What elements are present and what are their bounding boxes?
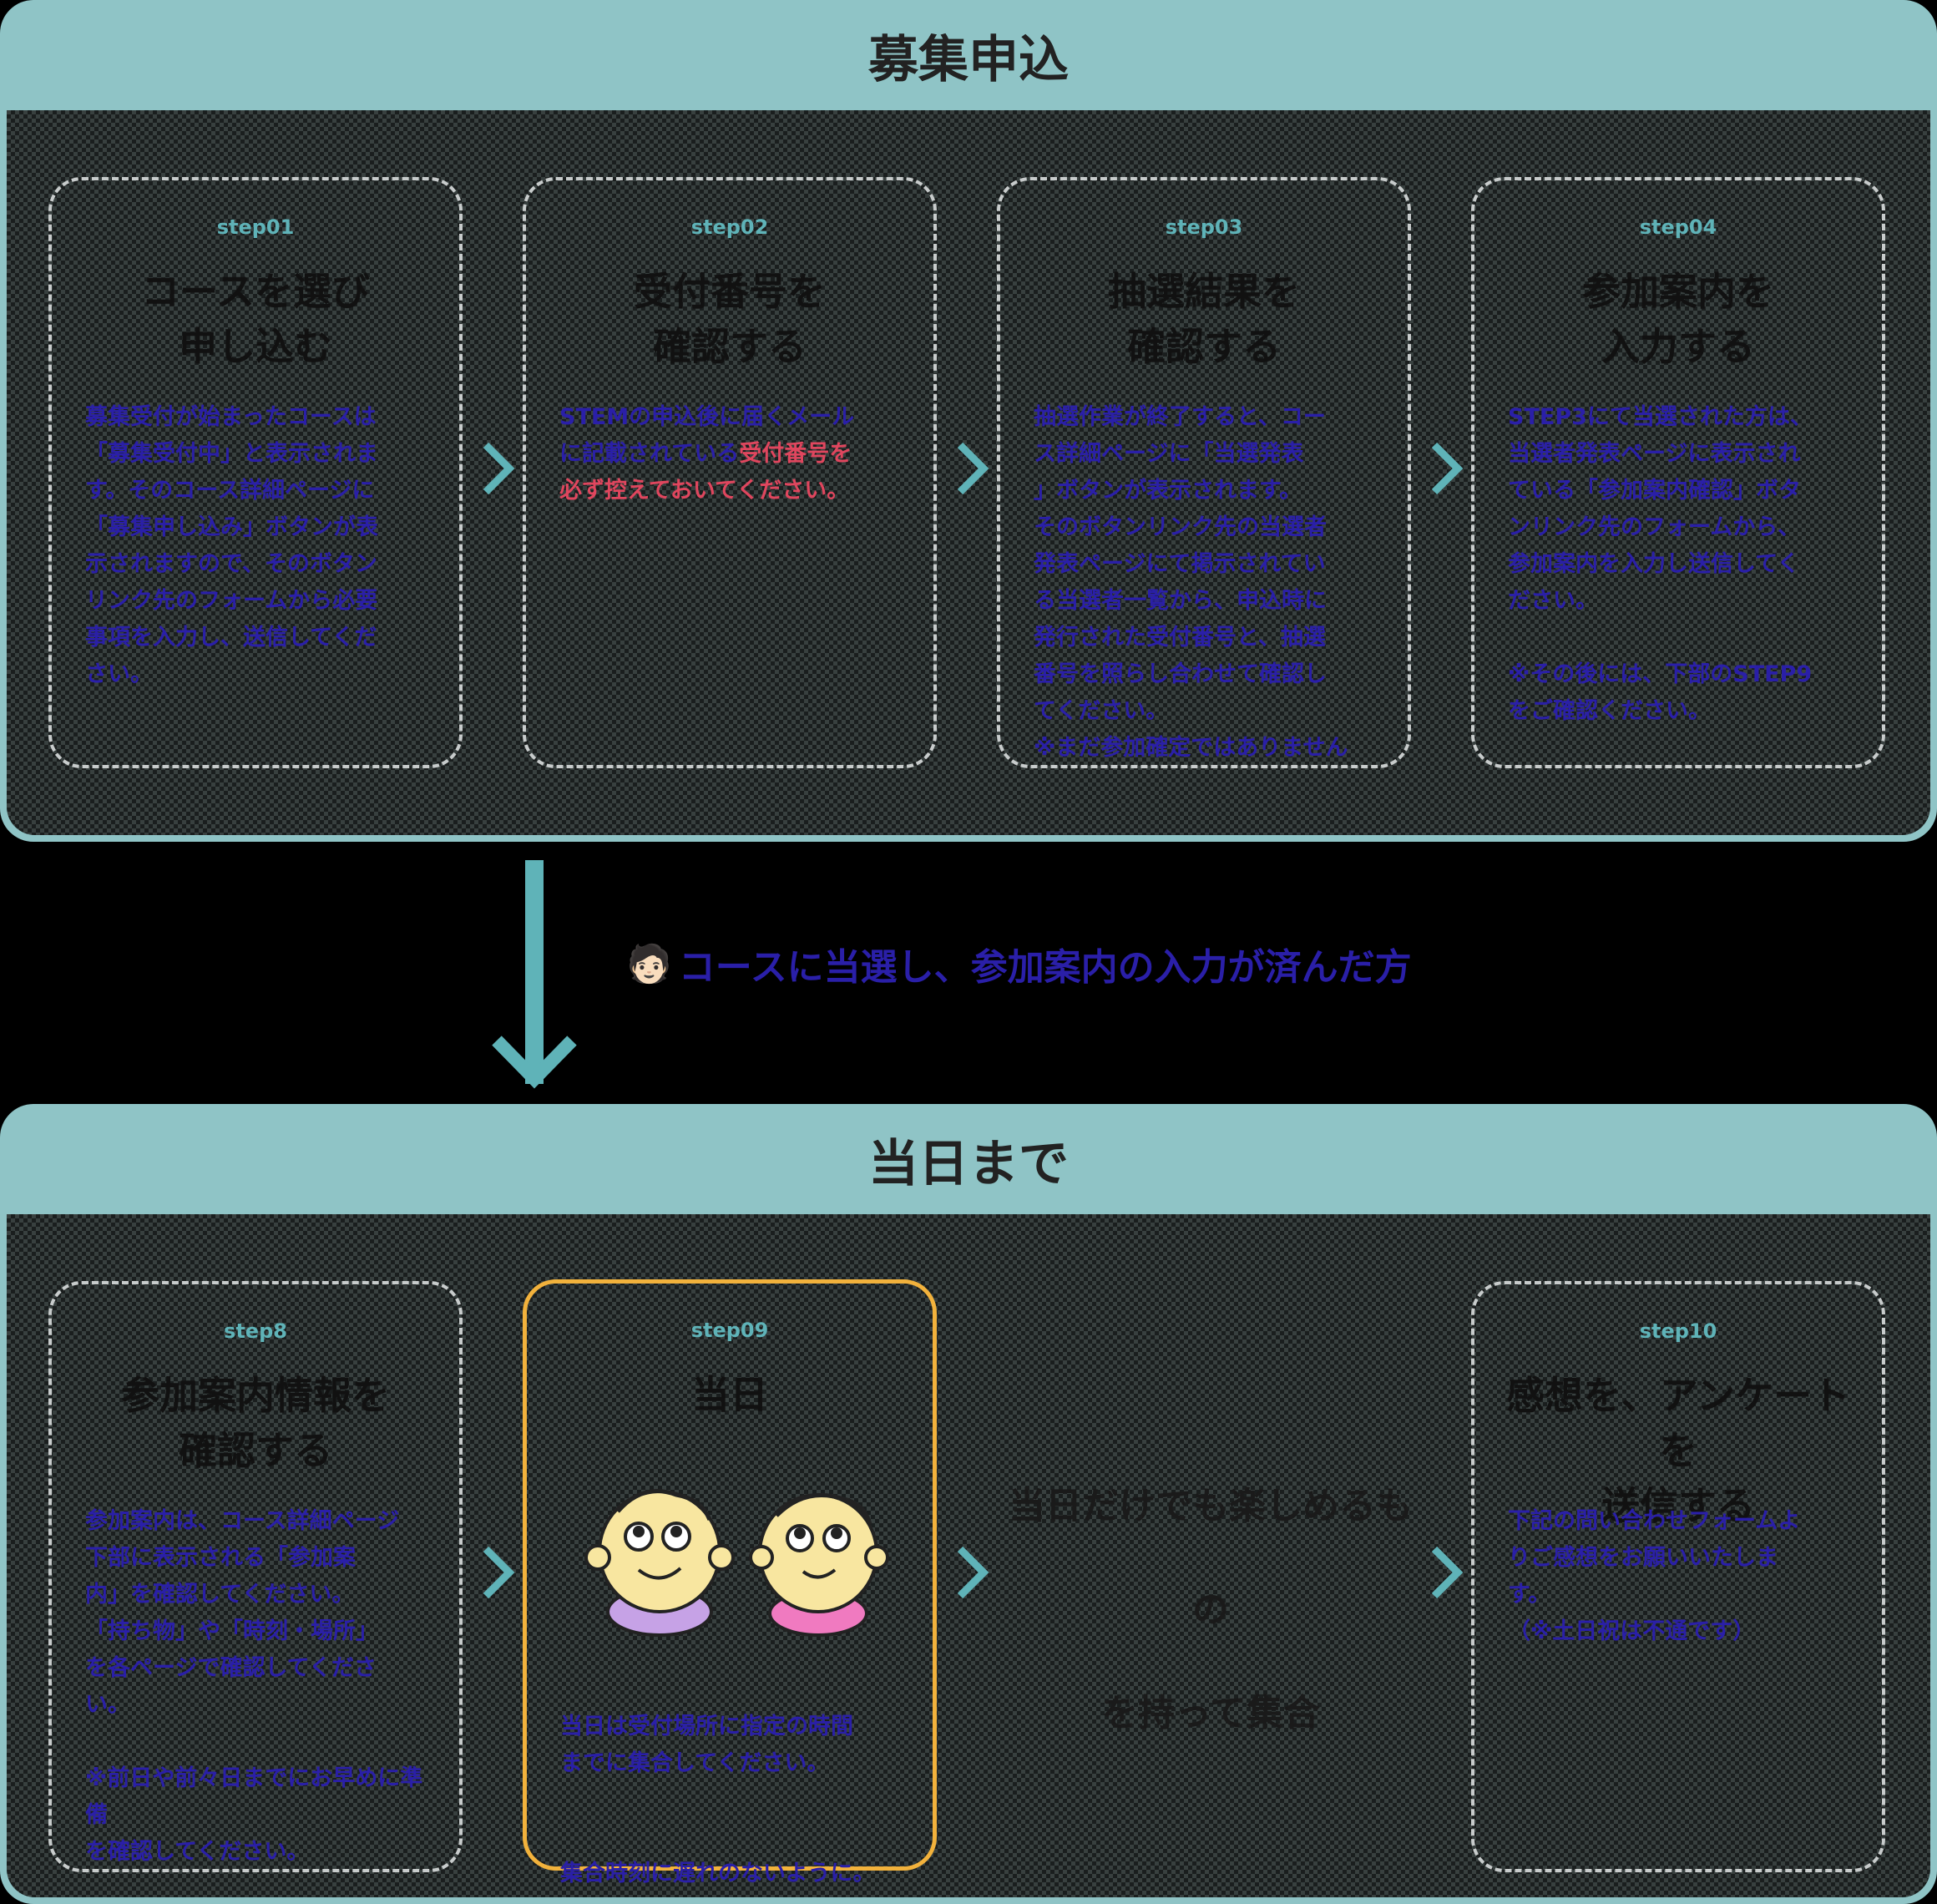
step-label: step09 xyxy=(690,1319,769,1342)
step-description: STEP3にて当選された方は、 当選者発表ページに表示され ている「参加案内確認… xyxy=(1508,404,1813,724)
middle-message: 当日だけでも楽しめるもの を持って集合 xyxy=(1009,1485,1413,1734)
step03-card: step03 抽選結果を 確認する 抽選作業が終了すると、コー ス詳細ページに「… xyxy=(997,177,1411,768)
step-title: 抽選結果を 確認する xyxy=(1108,269,1300,369)
step-description: 当日は受付場所に指定の時間 までに集合してください。 集合時刻に遅れのないように… xyxy=(560,1714,876,1886)
apply-panel-title: 募集申込 xyxy=(868,30,1069,89)
step-label: step03 xyxy=(1165,215,1243,239)
step-description: 下記の問い合わせフォームよ りご感想をお願いいたしま す。 （※土日祝は不通です… xyxy=(1508,1508,1801,1644)
arrow-down-icon xyxy=(488,860,580,1097)
kids-illustration xyxy=(568,1478,918,1637)
step-label: step10 xyxy=(1639,1319,1717,1343)
step02-card: step02 受付番号を 確認する STEMの申込後に届くメール に記載されてい… xyxy=(523,177,937,768)
chevron-right-icon xyxy=(1424,438,1469,499)
step-description: STEMの申込後に届くメール に記載されている受付番号を 必ず控えておいてくださ… xyxy=(559,404,855,504)
step-label: step02 xyxy=(690,215,769,239)
step-description: 抽選作業が終了すると、コー ス詳細ページに「当選発表 」ボタンが表示されます。 … xyxy=(1034,404,1348,761)
until-day-panel-title: 当日まで xyxy=(868,1134,1069,1193)
step-title: コースを選び 申し込む xyxy=(141,269,370,369)
step8-card: step8 参加案内情報を 確認する 参加案内は、コース詳細ページ 下部に表示さ… xyxy=(48,1281,463,1872)
until-day-panel: 当日まで step8 参加案内情報を 確認する 参加案内は、コース詳細ページ 下… xyxy=(0,1104,1937,1904)
step-title: 参加案内情報を 確認する xyxy=(121,1373,390,1473)
winner-note-text: コースに当選し、参加案内の入力が済んだ方 xyxy=(678,946,1412,989)
chevron-right-icon xyxy=(476,438,521,499)
step-title: 受付番号を 確認する xyxy=(634,269,826,369)
apply-panel: 募集申込 step01 コースを選び 申し込む 募集受付が始まったコースは 「募… xyxy=(0,0,1937,842)
step-title: 参加案内を 入力する xyxy=(1582,269,1774,369)
step-description: 募集受付が始まったコースは 「募集受付中」と表示されま す。そのコース詳細ページ… xyxy=(85,404,378,687)
step-label: step01 xyxy=(216,215,295,239)
person-emoji-icon: 🧑🏻 xyxy=(626,943,672,985)
step-label: step8 xyxy=(224,1319,287,1343)
step10-card: step10 感想を、アンケートを 送信する 下記の問い合わせフォームよ りご感… xyxy=(1471,1281,1885,1872)
step01-card: step01 コースを選び 申し込む 募集受付が始まったコースは 「募集受付中」… xyxy=(48,177,463,768)
winner-note: 🧑🏻 コースに当選し、参加案内の入力が済んだ方 xyxy=(626,937,1412,990)
chevron-right-icon xyxy=(476,1542,521,1603)
step04-card: step04 参加案内を 入力する STEP3にて当選された方は、 当選者発表ペ… xyxy=(1471,177,1885,768)
step-description: 参加案内は、コース詳細ページ 下部に表示される「参加案 内」を確認してください。… xyxy=(85,1508,423,1865)
chevron-right-icon xyxy=(950,438,995,499)
step-label: step04 xyxy=(1639,215,1717,239)
chevron-right-icon xyxy=(950,1542,995,1603)
step-title: 当日 xyxy=(691,1372,768,1417)
chevron-right-icon xyxy=(1424,1542,1469,1603)
